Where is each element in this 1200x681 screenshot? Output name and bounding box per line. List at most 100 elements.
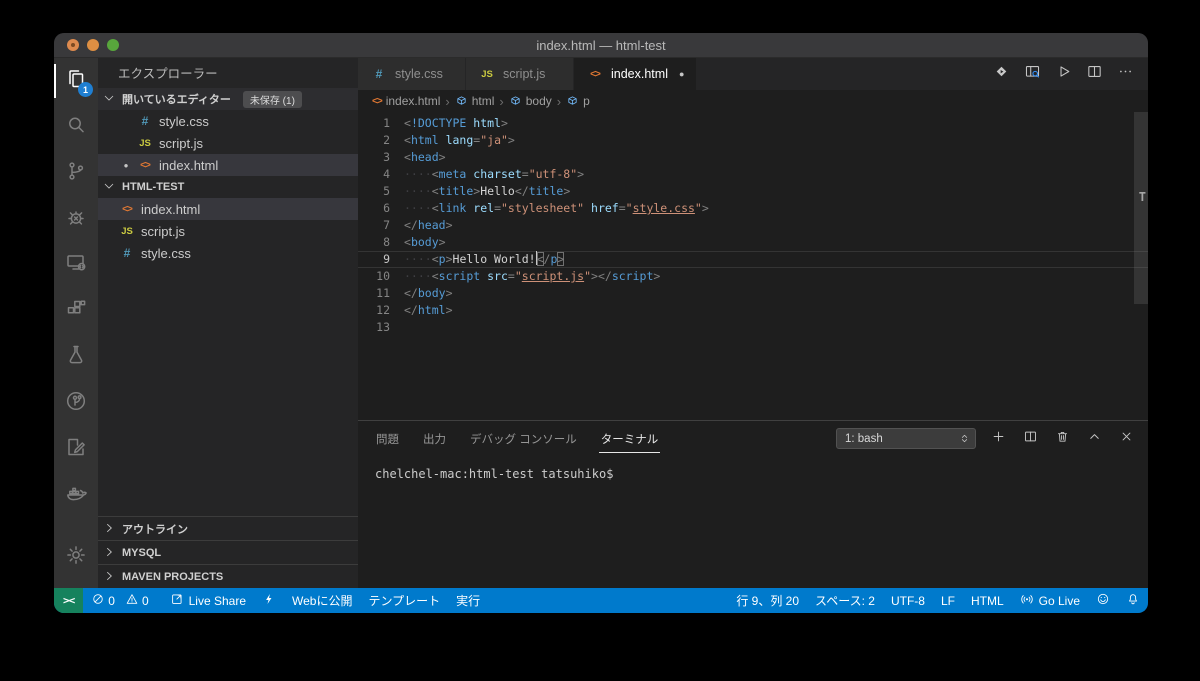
status-count: 0 [108,594,115,608]
breadcrumb-item-html[interactable]: html [455,94,495,108]
activity-debug[interactable] [54,196,98,242]
code-token: < [432,167,439,181]
section-MYSQL[interactable]: MYSQL [98,540,358,564]
sidebar-title: エクスプローラー [98,58,358,88]
file-style-css[interactable]: #style.css [98,242,358,264]
source-control-icon [64,159,88,188]
status-live-share[interactable]: Live Share [162,588,254,613]
activity-test-explorer[interactable] [54,334,98,380]
status-eol[interactable]: LF [933,588,963,613]
breadcrumb-item-p[interactable]: p [566,94,590,108]
line-number: 12 [358,302,390,319]
symbol-cube-icon [509,95,522,108]
open-in-browser-button[interactable] [990,63,1012,85]
code-token: = [522,167,529,181]
panel-tab-問題[interactable]: 問題 [374,425,401,453]
status-notifications[interactable] [1118,588,1148,613]
code-line-6: 6····<link rel="stylesheet" href="style.… [358,200,1148,217]
section-MAVEN PROJECTS[interactable]: MAVEN PROJECTS [98,564,358,588]
section-アウトライン[interactable]: アウトライン [98,516,358,540]
code-token: </ [515,184,529,198]
run-code-button[interactable] [1052,63,1074,85]
flash-icon [262,592,276,609]
tab-script-js[interactable]: JSscript.js [466,58,574,90]
code-line-8: 8<body> [358,234,1148,251]
window-title: index.html — html-test [54,38,1148,53]
maximize-window-button[interactable] [107,39,119,51]
activity-explorer[interactable]: 1 [54,58,98,104]
panel-tab-ターミナル[interactable]: ターミナル [599,425,661,453]
tab-style-css[interactable]: #style.css [358,58,466,90]
maximize-panel-button[interactable] [1084,429,1104,449]
vscode-window: index.html — html-test 1 エクスプローラー 開いているエ… [54,33,1148,613]
code-token: </ [598,269,612,283]
bottom-panel: 問題出力デバッグ コンソールターミナル 1: bash chelchel-mac… [358,420,1148,588]
activity-docker[interactable] [54,472,98,518]
status-run-task[interactable]: 実行 [448,588,488,613]
status-feedback[interactable] [1088,588,1118,613]
file-index-html[interactable]: <>index.html [98,198,358,220]
titlebar[interactable]: index.html — html-test [54,33,1148,58]
activity-source-control[interactable] [54,150,98,196]
new-terminal-button[interactable] [988,429,1008,449]
status-encoding[interactable]: UTF-8 [883,588,933,613]
open-editor-style-css[interactable]: #style.css [98,110,358,132]
activity-git-history[interactable] [54,380,98,426]
code-token: ···· [404,252,432,266]
activity-remote-explorer[interactable] [54,242,98,288]
terminal-output[interactable]: chelchel-mac:html-test tatsuhiko$ [358,456,1148,588]
panel-tab-出力[interactable]: 出力 [421,425,448,453]
close-window-button[interactable] [67,39,79,51]
status-indentation[interactable]: スペース: 2 [807,588,883,613]
activity-settings[interactable] [54,534,98,580]
breadcrumb-item-index-html[interactable]: <>index.html [372,94,440,108]
activity-search[interactable] [54,104,98,150]
code-token: ···· [404,167,432,181]
code-token: < [432,184,439,198]
status-cursor-position[interactable]: 行 9、列 20 [728,588,807,613]
status-go-live[interactable]: Go Live [1012,588,1088,613]
terminal-shell-select[interactable]: 1: bash [836,428,976,449]
open-editors-label: 開いているエディター [122,91,231,107]
project-folder-header[interactable]: HTML-TEST [98,176,358,198]
status-quick-debug[interactable] [254,588,284,613]
preview-side-button[interactable] [1021,63,1043,85]
more-actions-button[interactable] [1114,63,1136,85]
status-problems[interactable]: 00 [83,588,161,613]
open-editors-header[interactable]: 開いているエディター 未保存 (1) [98,88,358,110]
split-editor-button[interactable] [1083,63,1105,85]
code-link[interactable]: style.css [633,201,695,215]
split-terminal-button[interactable] [1020,429,1040,449]
kill-terminal-button[interactable] [1052,429,1072,449]
status-template[interactable]: テンプレート [360,588,448,613]
open-editor-script-js[interactable]: JSscript.js [98,132,358,154]
status-language-mode[interactable]: HTML [963,588,1012,613]
code-editor[interactable]: 1<!DOCTYPE html>2<html lang="ja">3<head>… [358,112,1148,420]
editor-scrollbar[interactable]: T [1134,112,1148,420]
code-token: < [537,252,544,266]
line-number: 1 [358,115,390,132]
status-label: 行 9、列 20 [736,592,799,609]
tab-index-html[interactable]: <>index.html● [574,58,697,90]
breadcrumb-label: p [583,94,590,108]
scrollbar-slider[interactable] [1134,112,1148,304]
close-panel-button[interactable] [1116,429,1136,449]
panel-tab-デバッグ コンソール[interactable]: デバッグ コンソール [468,425,579,453]
activity-extensions[interactable] [54,288,98,334]
code-token: </ [404,286,418,300]
activity-editor-extension[interactable] [54,426,98,472]
activity-bar: 1 [54,58,98,588]
dirty-dot-icon: ● [116,161,136,170]
status-remote-indicator[interactable]: >< [54,588,83,613]
breadcrumb-item-body[interactable]: body [509,94,552,108]
open-editor-index-html[interactable]: ●<>index.html [98,154,358,176]
project-file-list: <>index.htmlJSscript.js#style.css [98,198,358,264]
status-label: Live Share [189,594,246,608]
status-publish-web[interactable]: Webに公開 [284,588,360,613]
code-link[interactable]: script.js [522,269,584,283]
line-number: 4 [358,166,390,183]
file-script-js[interactable]: JSscript.js [98,220,358,242]
code-line-12: 12</html> [358,302,1148,319]
minimize-window-button[interactable] [87,39,99,51]
code-token: = [619,201,626,215]
